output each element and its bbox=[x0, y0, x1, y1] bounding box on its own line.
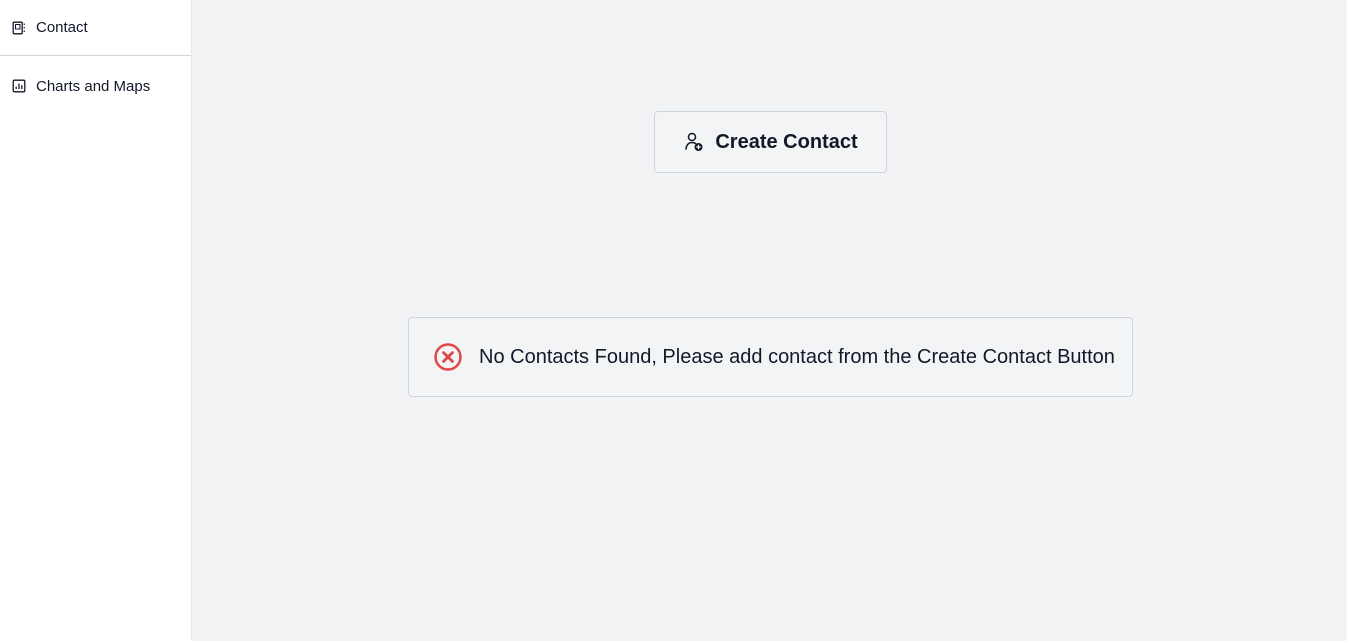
contact-book-icon bbox=[12, 21, 26, 35]
user-add-icon bbox=[683, 131, 705, 153]
sidebar: Contact Charts and Maps bbox=[0, 0, 192, 641]
bar-chart-icon bbox=[12, 79, 26, 93]
sidebar-item-label: Contact bbox=[36, 19, 88, 36]
empty-state-message: No Contacts Found, Please add contact fr… bbox=[479, 345, 1115, 368]
error-circle-x-icon bbox=[433, 342, 463, 372]
create-contact-button[interactable]: Create Contact bbox=[654, 111, 887, 173]
app-root: Contact Charts and Maps Create Contact N… bbox=[0, 0, 1347, 641]
sidebar-item-label: Charts and Maps bbox=[36, 77, 151, 95]
main-content: Create Contact No Contacts Found, Please… bbox=[192, 0, 1347, 641]
sidebar-item-charts-and-maps[interactable]: Charts and Maps bbox=[0, 56, 191, 116]
sidebar-item-contact[interactable]: Contact bbox=[0, 0, 191, 56]
create-contact-label: Create Contact bbox=[715, 130, 858, 153]
empty-state-alert: No Contacts Found, Please add contact fr… bbox=[408, 317, 1133, 397]
